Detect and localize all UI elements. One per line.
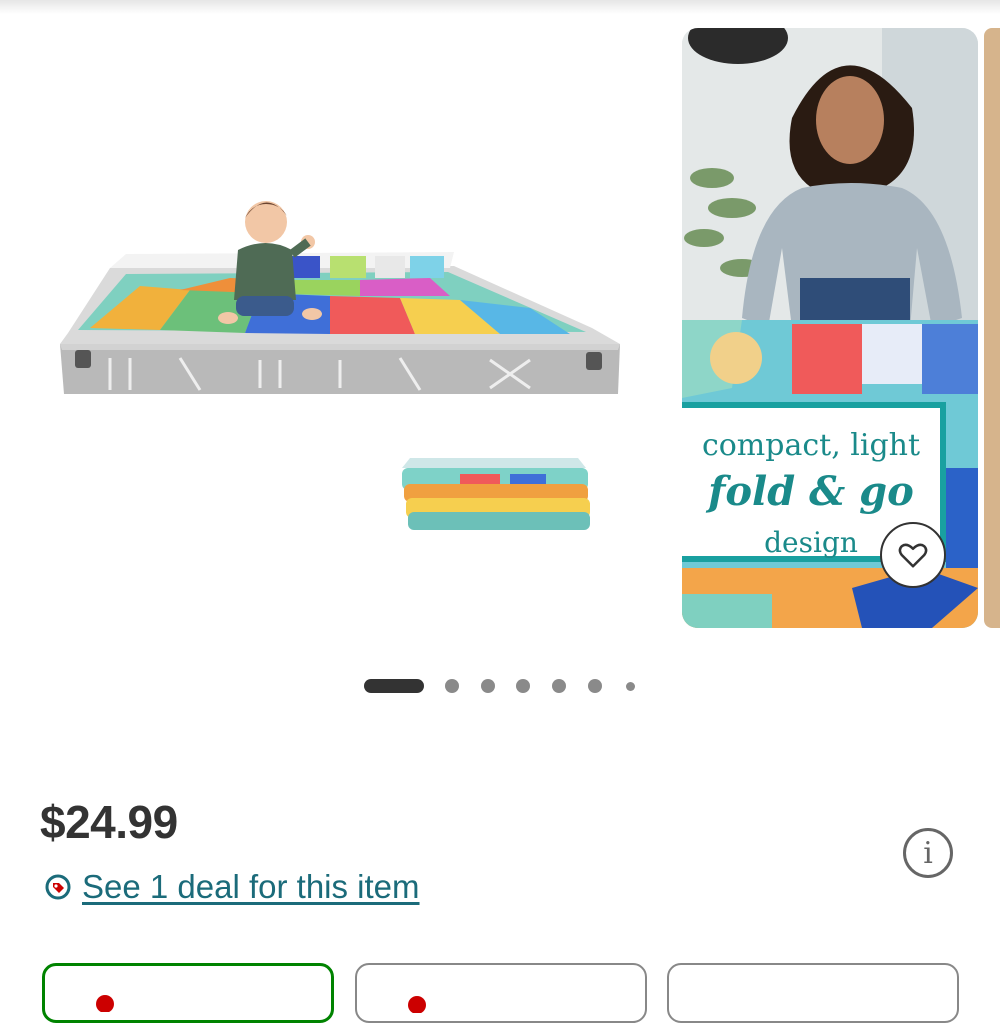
pagination-dot[interactable] (516, 679, 530, 693)
see-deals-link[interactable]: See 1 deal for this item (82, 868, 420, 906)
variant-option[interactable] (667, 963, 959, 1023)
caption-line-1: compact, light (701, 428, 921, 463)
pagination-dot[interactable] (481, 679, 495, 693)
pagination-dot-active[interactable] (364, 679, 424, 693)
caption-line-2: fold & go (708, 468, 914, 515)
image-carousel[interactable]: compact, light fold & go design (0, 28, 1000, 630)
product-image-main[interactable] (30, 28, 660, 628)
pagination-dot[interactable] (552, 679, 566, 693)
product-price: $24.99 (40, 796, 178, 848)
favorite-button[interactable] (880, 522, 946, 588)
heart-icon (898, 543, 928, 568)
product-image-lifestyle[interactable]: compact, light fold & go design (682, 28, 978, 628)
pagination-dot[interactable] (445, 679, 459, 693)
price-info-button[interactable]: i (903, 828, 953, 878)
variant-swatch-icon (408, 996, 426, 1013)
carousel-pagination (0, 678, 1000, 694)
product-image-next-peek[interactable] (984, 28, 1000, 628)
header-shadow (0, 0, 1000, 14)
pagination-dot[interactable] (626, 681, 635, 691)
variant-option-selected[interactable] (42, 963, 334, 1023)
deal-tag-icon (45, 874, 71, 900)
info-icon: i (923, 835, 933, 871)
variant-option[interactable] (355, 963, 647, 1023)
playmat-image (60, 201, 620, 530)
variant-swatch-icon (96, 995, 114, 1012)
deal-row[interactable]: See 1 deal for this item (44, 868, 420, 906)
pagination-dot[interactable] (588, 679, 602, 693)
